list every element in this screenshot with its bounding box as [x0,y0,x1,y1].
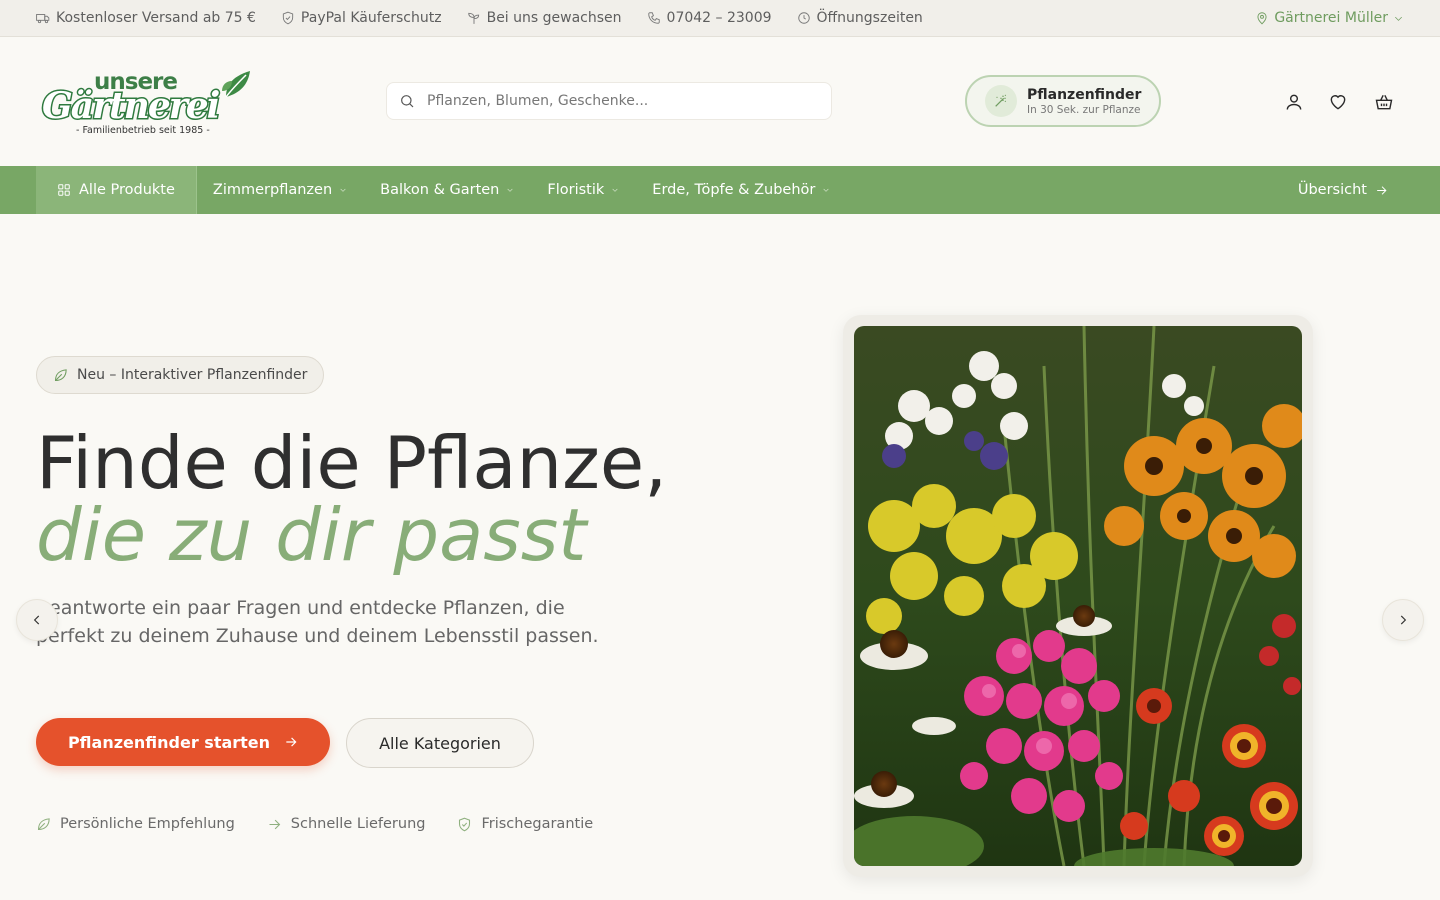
leaf-icon [54,368,67,381]
usp-label: Persönliche Empfehlung [60,816,235,832]
wishlist-button[interactable] [1327,91,1349,113]
chevron-down-icon [340,188,346,192]
leaf-icon [37,817,50,830]
shield-check-icon [459,817,471,831]
nav-label: Übersicht [1297,182,1367,198]
nav-label: Zimmerpflanzen [212,182,333,198]
heart-icon [1330,95,1346,110]
slider-prev-button[interactable] [16,599,58,641]
account-button[interactable] [1283,91,1305,113]
store-selector[interactable]: Gärtnerei Müller [1255,10,1404,26]
logo-tagline: - Familienbetrieb seit 1985 - [76,125,210,136]
hero-image-frame [843,315,1313,877]
finder-subtitle: In 30 Sek. zur Pflanze [1027,103,1141,116]
leaf-icon [222,71,250,98]
hero-lead: Beantworte ein paar Fragen und entdecke … [36,597,599,647]
nav-label: Balkon & Garten [380,182,500,198]
logo-text-main: Gärtnerei [40,84,221,129]
chevron-down-icon [823,188,829,192]
plant-finder-button[interactable]: Pflanzenfinder In 30 Sek. zur Pflanze [965,75,1161,127]
map-pin-icon [1257,12,1267,25]
main-navigation: Alle Produkte Zimmerpflanzen Balkon & Ga… [0,166,1440,214]
usp-label: Frischegarantie [481,816,594,832]
chevron-left-icon [33,615,40,625]
slider-next-button[interactable] [1382,599,1424,641]
site-header: unsere Gärtnerei - Familienbetrieb seit … [0,37,1440,166]
hero-badge: Neu – Interaktiver Pflanzenfinder [36,356,325,394]
topbar-label: Bei uns gewachsen [486,10,622,26]
search-bar [386,82,832,120]
arrow-right-icon [1377,185,1387,195]
cart-button[interactable] [1373,91,1395,113]
search-input[interactable] [427,93,807,109]
phone-icon [647,12,660,24]
nav-label: Alle Produkte [79,182,175,198]
topbar-label: 07042 – 23009 [666,10,772,26]
usp-list: Persönliche Empfehlung Schnelle Lieferun… [36,816,593,832]
nav-all-products[interactable]: Alle Produkte [36,166,197,214]
hero-title-line2: die zu dir passt [36,493,587,577]
all-categories-button[interactable]: Alle Kategorien [346,718,534,768]
top-info-bar: Kostenloser Versand ab 75 € PayPal Käufe… [0,0,1440,37]
finder-title: Pflanzenfinder [1027,86,1142,103]
usp-item: Persönliche Empfehlung [36,816,235,832]
topbar-item-shipping: Kostenloser Versand ab 75 € [36,10,256,26]
nav-item-zimmerpflanzen[interactable]: Zimmerpflanzen [213,182,347,198]
chevron-down-icon [507,188,513,192]
flower-garden-image [854,326,1302,866]
arrow-right-icon [286,737,297,747]
magic-wand-icon [995,94,1007,107]
basket-icon [1375,95,1393,110]
topbar-item-phone[interactable]: 07042 – 23009 [647,10,772,26]
nav-item-erde-toepfe[interactable]: Erde, Töpfe & Zubehör [652,182,830,198]
topbar-item-paypal: PayPal Käuferschutz [281,10,442,26]
chevron-down-icon [1395,16,1402,21]
topbar-item-grown: Bei uns gewachsen [467,10,622,26]
nav-overview-link[interactable]: Übersicht [1298,182,1388,198]
start-finder-button[interactable]: Pflanzenfinder starten [36,718,330,766]
sprout-icon [467,12,479,24]
usp-item: Schnelle Lieferung [267,816,426,832]
user-icon [1286,94,1302,110]
usp-item: Frischegarantie [457,816,593,832]
arrow-right-icon [269,819,281,829]
button-label: Pflanzenfinder starten [67,732,271,752]
usp-label: Schnelle Lieferung [290,816,426,832]
finder-icon-wrap [985,85,1017,117]
shield-check-icon [282,11,294,25]
topbar-item-hours[interactable]: Öffnungszeiten [797,10,923,26]
topbar-label: Kostenloser Versand ab 75 € [56,10,256,26]
nav-label: Erde, Töpfe & Zubehör [652,182,816,198]
badge-label: Neu – Interaktiver Pflanzenfinder [77,367,308,383]
topbar-label: PayPal Käuferschutz [300,10,442,26]
nav-item-floristik[interactable]: Floristik [547,182,619,198]
hero-flower-photo [854,326,1302,866]
button-label: Alle Kategorien [379,733,501,753]
grid-icon [58,184,70,196]
truck-icon [36,14,50,24]
search-icon[interactable] [399,93,415,109]
topbar-label: Öffnungszeiten [816,10,923,26]
store-name: Gärtnerei Müller [1274,10,1388,26]
nav-item-balkon-garten[interactable]: Balkon & Garten [380,182,514,198]
chevron-down-icon [612,188,618,192]
clock-icon [797,12,810,24]
nav-label: Floristik [547,182,605,198]
chevron-right-icon [1400,615,1407,625]
logo[interactable]: unsere Gärtnerei - Familienbetrieb seit … [40,69,254,139]
